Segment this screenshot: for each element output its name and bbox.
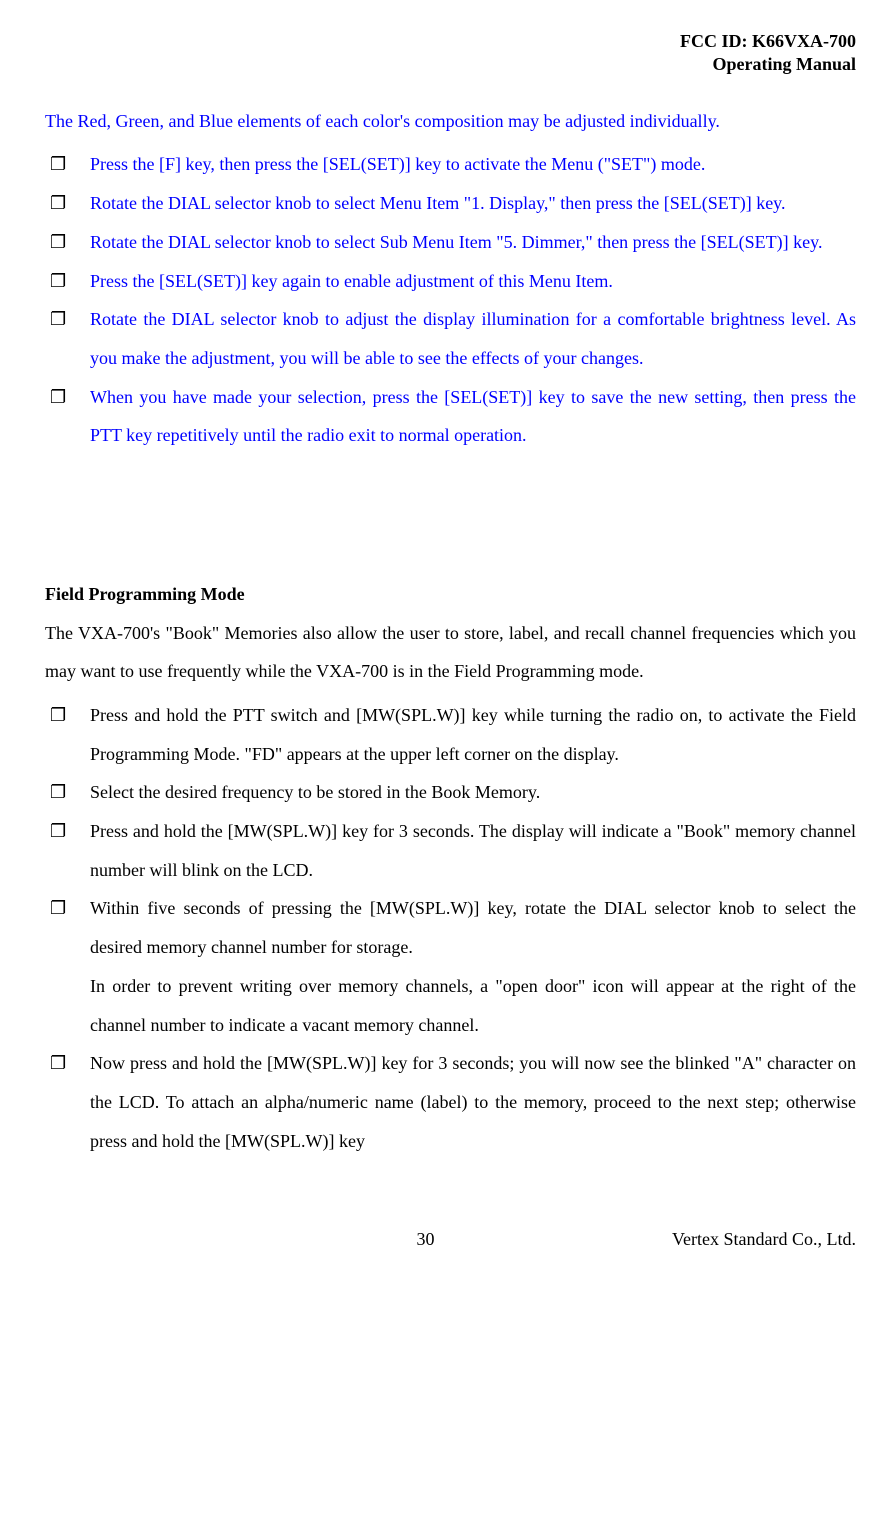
item-text: Within five seconds of pressing the [MW(… — [90, 889, 856, 1044]
checkbox-icon: ❐ — [45, 262, 90, 301]
blue-instruction-list: ❐ Press the [F] key, then press the [SEL… — [45, 145, 856, 455]
item-text: Rotate the DIAL selector knob to adjust … — [90, 300, 856, 377]
intro-paragraph-black: The VXA-700's "Book" Memories also allow… — [45, 614, 856, 691]
checkbox-icon: ❐ — [45, 1044, 90, 1160]
page-number: 30 — [245, 1220, 606, 1259]
list-item: ❐ Press and hold the [MW(SPL.W)] key for… — [45, 812, 856, 889]
fcc-id: FCC ID: K66VXA-700 — [45, 30, 856, 53]
list-item: ❐ Rotate the DIAL selector knob to adjus… — [45, 300, 856, 377]
item-text: Rotate the DIAL selector knob to select … — [90, 223, 856, 262]
checkbox-icon: ❐ — [45, 145, 90, 184]
item-text: When you have made your selection, press… — [90, 378, 856, 455]
intro-paragraph-blue: The Red, Green, and Blue elements of eac… — [45, 102, 856, 141]
page-footer: 30 Vertex Standard Co., Ltd. — [45, 1220, 856, 1259]
checkbox-icon: ❐ — [45, 773, 90, 812]
list-item: ❐ Rotate the DIAL selector knob to selec… — [45, 223, 856, 262]
item-text: Press and hold the PTT switch and [MW(SP… — [90, 696, 856, 773]
checkbox-icon: ❐ — [45, 300, 90, 377]
list-item: ❐ Press the [SEL(SET)] key again to enab… — [45, 262, 856, 301]
item-text: Now press and hold the [MW(SPL.W)] key f… — [90, 1044, 856, 1160]
item-continuation: In order to prevent writing over memory … — [90, 976, 856, 1035]
doc-title: Operating Manual — [45, 53, 856, 76]
checkbox-icon: ❐ — [45, 378, 90, 455]
list-item: ❐ Press and hold the PTT switch and [MW(… — [45, 696, 856, 773]
item-text: Select the desired frequency to be store… — [90, 773, 856, 812]
checkbox-icon: ❐ — [45, 223, 90, 262]
checkbox-icon: ❐ — [45, 889, 90, 1044]
item-text: Press the [SEL(SET)] key again to enable… — [90, 262, 856, 301]
item-text: Press and hold the [MW(SPL.W)] key for 3… — [90, 812, 856, 889]
list-item: ❐ When you have made your selection, pre… — [45, 378, 856, 455]
item-main: Within five seconds of pressing the [MW(… — [90, 898, 856, 957]
company-name: Vertex Standard Co., Ltd. — [606, 1220, 856, 1259]
document-header: FCC ID: K66VXA-700 Operating Manual — [45, 30, 856, 77]
list-item: ❐ Rotate the DIAL selector knob to selec… — [45, 184, 856, 223]
checkbox-icon: ❐ — [45, 812, 90, 889]
item-text: Rotate the DIAL selector knob to select … — [90, 184, 856, 223]
list-item: ❐ Press the [F] key, then press the [SEL… — [45, 145, 856, 184]
list-item: ❐ Within five seconds of pressing the [M… — [45, 889, 856, 1044]
black-instruction-list: ❐ Press and hold the PTT switch and [MW(… — [45, 696, 856, 1160]
section-heading: Field Programming Mode — [45, 575, 856, 614]
list-item: ❐ Select the desired frequency to be sto… — [45, 773, 856, 812]
checkbox-icon: ❐ — [45, 184, 90, 223]
checkbox-icon: ❐ — [45, 696, 90, 773]
item-text: Press the [F] key, then press the [SEL(S… — [90, 145, 856, 184]
list-item: ❐ Now press and hold the [MW(SPL.W)] key… — [45, 1044, 856, 1160]
